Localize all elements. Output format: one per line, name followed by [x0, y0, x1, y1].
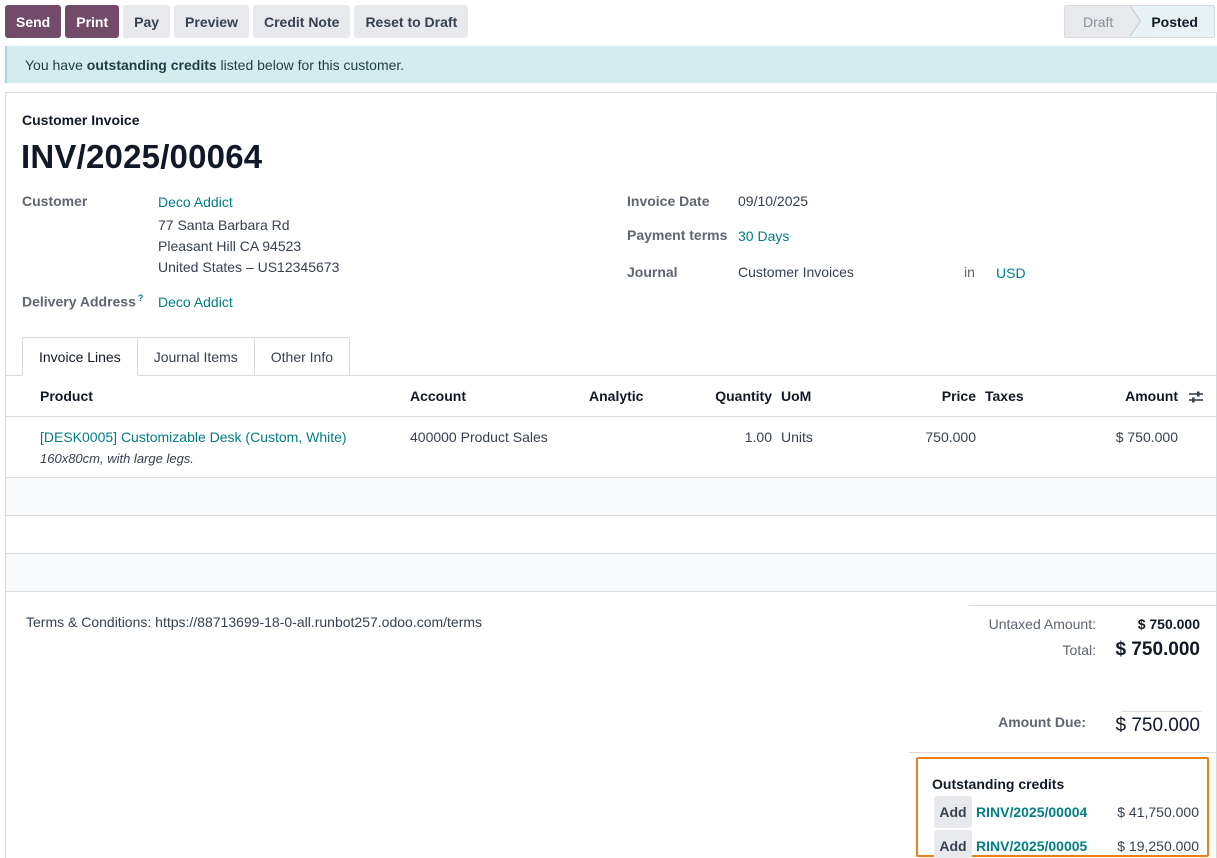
- notebook-tabs: Invoice Lines Journal Items Other Info: [22, 337, 351, 376]
- col-analytic[interactable]: Analytic: [589, 388, 643, 404]
- reset-to-draft-button[interactable]: Reset to Draft: [354, 5, 469, 38]
- empty-row[interactable]: [6, 516, 1216, 554]
- outstanding-credits-title: Outstanding credits: [932, 776, 1065, 792]
- alert-suffix: listed below for this customer.: [216, 56, 405, 73]
- col-amount[interactable]: Amount: [1125, 388, 1178, 404]
- credits-divider: [909, 752, 1216, 753]
- empty-row[interactable]: [6, 478, 1216, 516]
- payment-terms-field[interactable]: 30 Days: [738, 228, 789, 244]
- line-quantity: 1.00: [744, 429, 772, 445]
- address-line-2: Pleasant Hill CA 94523: [158, 238, 302, 254]
- line-uom: Units: [781, 429, 813, 445]
- document-type: Customer Invoice: [22, 112, 140, 128]
- delivery-address-link[interactable]: Deco Addict: [158, 294, 233, 310]
- credit-reference-link[interactable]: RINV/2025/00004: [976, 804, 1087, 820]
- table-header: Product Account Analytic Quantity UoM Pr…: [6, 376, 1216, 417]
- invoice-sheet: Customer Invoice INV/2025/00064 Customer…: [5, 92, 1217, 858]
- amount-due-label: Amount Due:: [998, 714, 1086, 730]
- col-price[interactable]: Price: [942, 388, 976, 404]
- add-credit-button[interactable]: Add: [934, 830, 972, 858]
- total-label: Total:: [1062, 642, 1096, 658]
- invoice-date-field[interactable]: 09/10/2025: [738, 193, 808, 209]
- col-taxes[interactable]: Taxes: [985, 388, 1024, 404]
- line-product[interactable]: [DESK0005] Customizable Desk (Custom, Wh…: [40, 429, 347, 445]
- customer-label: Customer: [22, 193, 88, 209]
- outstanding-credits-alert: You have outstanding credits listed belo…: [5, 46, 1217, 83]
- terms-and-conditions: Terms & Conditions: https://88713699-18-…: [26, 614, 483, 630]
- action-toolbar: Send Print Pay Preview Credit Note Reset…: [5, 5, 469, 38]
- line-amount: $ 750.000: [1115, 429, 1178, 445]
- tab-other-info[interactable]: Other Info: [254, 337, 351, 376]
- credit-amount: $ 19,250.000: [1117, 838, 1199, 854]
- line-price: 750.000: [925, 429, 976, 445]
- credit-amount: $ 41,750.000: [1117, 804, 1199, 820]
- tab-journal-items[interactable]: Journal Items: [137, 337, 255, 376]
- optional-columns-icon[interactable]: [1188, 389, 1204, 405]
- credit-row: Add RINV/2025/00005 $ 19,250.000: [934, 830, 1199, 858]
- table-row[interactable]: [DESK0005] Customizable Desk (Custom, Wh…: [6, 417, 1216, 478]
- untaxed-amount-value: $ 750.000: [1137, 616, 1200, 632]
- delivery-address-text: Delivery Address: [22, 293, 136, 310]
- print-button[interactable]: Print: [65, 5, 120, 38]
- amount-due-divider: [1121, 711, 1201, 712]
- invoice-lines-table: Product Account Analytic Quantity UoM Pr…: [6, 375, 1216, 592]
- amount-due-value: $ 750.000: [1115, 715, 1200, 736]
- preview-button[interactable]: Preview: [174, 5, 249, 38]
- add-credit-button[interactable]: Add: [934, 796, 972, 828]
- empty-row[interactable]: [6, 554, 1216, 592]
- credit-reference-link[interactable]: RINV/2025/00005: [976, 838, 1087, 854]
- journal-field[interactable]: Customer Invoices: [738, 264, 854, 280]
- currency-field[interactable]: USD: [996, 265, 1026, 281]
- tab-invoice-lines[interactable]: Invoice Lines: [22, 337, 138, 376]
- alert-bold: outstanding credits: [86, 56, 217, 73]
- col-quantity[interactable]: Quantity: [715, 388, 772, 404]
- customer-link[interactable]: Deco Addict: [158, 194, 233, 210]
- help-icon[interactable]: ?: [138, 293, 144, 303]
- address-line-1: 77 Santa Barbara Rd: [158, 217, 290, 233]
- status-draft[interactable]: Draft: [1064, 5, 1142, 37]
- invoice-number: INV/2025/00064: [21, 138, 263, 175]
- credit-note-button[interactable]: Credit Note: [252, 5, 351, 38]
- line-description: 160x80cm, with large legs.: [40, 451, 194, 466]
- invoice-date-label: Invoice Date: [627, 193, 710, 209]
- col-product[interactable]: Product: [40, 388, 93, 404]
- alert-prefix: You have: [25, 56, 87, 73]
- journal-label: Journal: [627, 264, 678, 280]
- payment-terms-label: Payment terms: [627, 227, 728, 243]
- send-button[interactable]: Send: [5, 5, 62, 38]
- status-bar: Draft Posted: [1063, 5, 1215, 38]
- pay-button[interactable]: Pay: [123, 5, 171, 38]
- line-account: 400000 Product Sales: [410, 429, 548, 445]
- credit-row: Add RINV/2025/00004 $ 41,750.000: [934, 796, 1199, 828]
- col-uom[interactable]: UoM: [781, 388, 811, 404]
- currency-in-label: in: [964, 264, 975, 280]
- delivery-address-label: Delivery Address?: [22, 293, 143, 310]
- outstanding-credits-panel: Outstanding credits Add RINV/2025/00004 …: [916, 757, 1209, 858]
- total-value: $ 750.000: [1115, 639, 1200, 660]
- totals-divider: [969, 605, 1216, 606]
- address-line-3: United States – US12345673: [158, 259, 340, 275]
- status-posted[interactable]: Posted: [1129, 6, 1214, 37]
- col-account[interactable]: Account: [410, 388, 466, 404]
- untaxed-amount-label: Untaxed Amount:: [988, 616, 1096, 632]
